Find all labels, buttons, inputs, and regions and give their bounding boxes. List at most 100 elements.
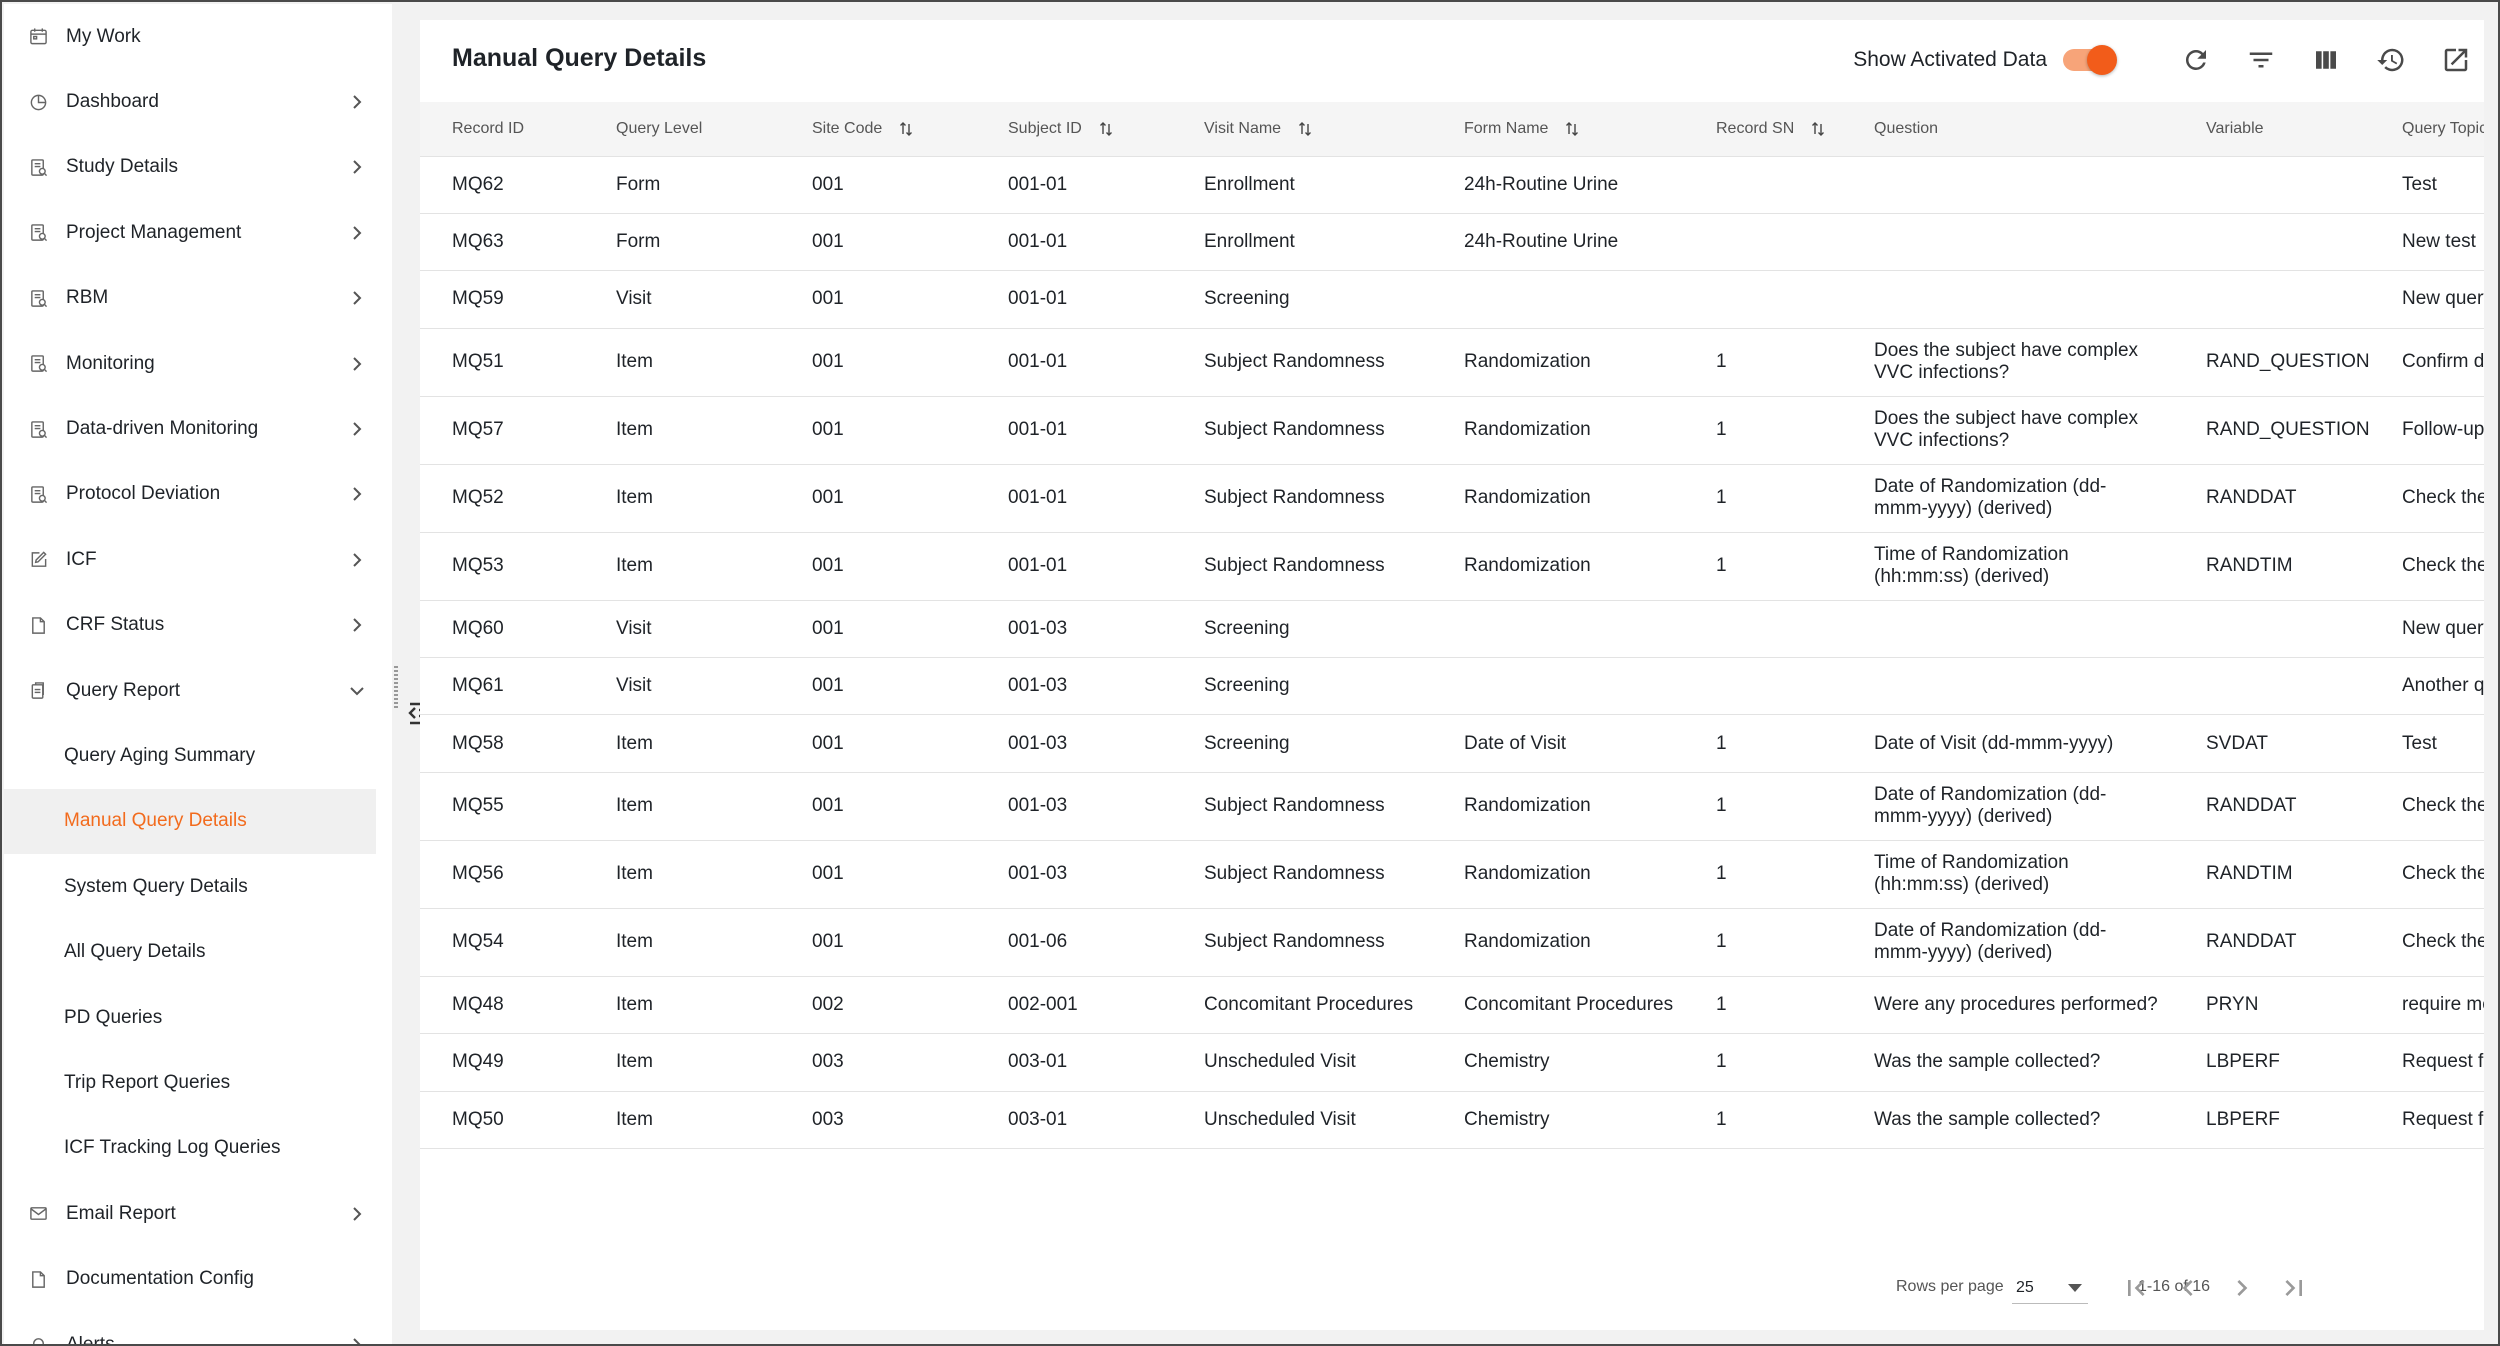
first-page-icon[interactable] (2120, 1272, 2152, 1304)
column-header-label: Variable (2206, 119, 2264, 137)
table-row[interactable]: MQ49 Item 003 003-01 Unscheduled Visit Chemis… (420, 1033, 2484, 1092)
cell-variable: RANDTIM (2174, 532, 2370, 601)
refresh-icon[interactable] (2180, 44, 2212, 76)
cell-site-code: 001 (780, 772, 976, 841)
cell-site-code: 001 (780, 156, 976, 214)
table-row[interactable]: MQ57 Item 001 001-01 Subject Randomness Rando… (420, 396, 2484, 465)
history-icon[interactable] (2375, 44, 2407, 76)
sort-icon[interactable] (1098, 121, 1114, 137)
sidebar-item-rbm[interactable]: RBM (4, 266, 392, 331)
document-icon (28, 419, 48, 439)
cell-record-id: MQ50 (420, 1091, 584, 1150)
sidebar-item-protocol-deviation[interactable]: Protocol Deviation (4, 462, 392, 527)
cell-site-code: 003 (780, 1091, 976, 1150)
cell-record-sn: 1 (1684, 908, 1842, 977)
cell-query-level: Item (584, 908, 780, 977)
cell-visit-name: Subject Randomness (1172, 532, 1432, 601)
sidebar-item-crf-status[interactable]: CRF Status (4, 593, 392, 658)
table-row[interactable]: MQ50 Item 003 003-01 Unscheduled Visit Chemis… (420, 1091, 2484, 1150)
resize-handle[interactable] (394, 666, 398, 708)
column-header-label: Query Topic (2402, 119, 2484, 137)
table-row[interactable]: MQ63 Form 001 001-01 Enrollment 24h-Routine U… (420, 213, 2484, 272)
sidebar-item-documentation-config[interactable]: Documentation Config (4, 1246, 392, 1311)
sidebar-item-my-work[interactable]: My Work (4, 4, 392, 69)
table-row[interactable]: MQ56 Item 001 001-03 Subject Randomness Rando… (420, 840, 2484, 909)
cell-record-id: MQ57 (420, 396, 584, 465)
cell-record-id: MQ62 (420, 156, 584, 214)
filter-icon[interactable] (2245, 44, 2277, 76)
cell-subject-id: 001-01 (976, 396, 1172, 465)
show-activated-toggle[interactable] (2063, 45, 2117, 75)
cell-query-topic: Check the (2370, 772, 2484, 841)
cell-variable (2174, 270, 2370, 329)
columns-icon[interactable] (2310, 44, 2342, 76)
table-row[interactable]: MQ61 Visit 001 001-03 Screening Another q (420, 657, 2484, 716)
cell-query-topic: New query (2370, 270, 2484, 329)
cell-record-id: MQ54 (420, 908, 584, 977)
next-page-icon[interactable] (2226, 1272, 2258, 1304)
query-table: Record ID Query Level Site Code Subject ID V… (420, 102, 2484, 1182)
cell-query-level: Item (584, 1091, 780, 1150)
sidebar-item-study-details[interactable]: Study Details (4, 135, 392, 200)
sidebar-item-project-management[interactable]: Project Management (4, 200, 392, 265)
cell-site-code: 001 (780, 270, 976, 329)
previous-page-icon[interactable] (2172, 1272, 2204, 1304)
column-header-subject-id[interactable]: Subject ID (976, 102, 1172, 157)
sidebar-item-pd-queries[interactable]: PD Queries (4, 985, 392, 1050)
pagination: Rows per page 25 1-16 of 16 (420, 1268, 2484, 1308)
last-page-icon[interactable] (2278, 1272, 2310, 1304)
table-row[interactable]: MQ55 Item 001 001-03 Subject Randomness Rando… (420, 772, 2484, 841)
sidebar-item-system-query-details[interactable]: System Query Details (4, 854, 392, 919)
sort-icon[interactable] (1810, 121, 1826, 137)
rows-per-page-select[interactable]: 25 (2012, 1272, 2088, 1304)
sidebar-item-alerts[interactable]: Alerts (4, 1312, 392, 1344)
document-icon (28, 354, 48, 374)
cell-site-code: 002 (780, 976, 976, 1035)
column-header-site-code[interactable]: Site Code (780, 102, 976, 157)
sidebar-item-email-report[interactable]: Email Report (4, 1181, 392, 1246)
sidebar-item-data-driven-monitoring[interactable]: Data-driven Monitoring (4, 396, 392, 461)
sort-icon[interactable] (898, 121, 914, 137)
table-row[interactable]: MQ53 Item 001 001-01 Subject Randomness Rando… (420, 532, 2484, 601)
sidebar-item-dashboard[interactable]: Dashboard (4, 69, 392, 134)
column-header-record-sn[interactable]: Record SN (1684, 102, 1842, 157)
sidebar-item-manual-query-details[interactable]: Manual Query Details (4, 788, 376, 855)
cell-site-code: 001 (780, 213, 976, 272)
open-external-icon[interactable] (2440, 44, 2472, 76)
table-row[interactable]: MQ62 Form 001 001-01 Enrollment 24h-Routine U… (420, 156, 2484, 214)
table-row[interactable]: MQ48 Item 002 002-001 Concomitant Procedures… (420, 976, 2484, 1035)
cell-record-sn: 1 (1684, 976, 1842, 1035)
sidebar-item-query-aging-summary[interactable]: Query Aging Summary (4, 723, 392, 788)
cell-query-topic: Check the (2370, 908, 2484, 977)
sidebar-item-icf-tracking-log-queries[interactable]: ICF Tracking Log Queries (4, 1116, 392, 1181)
cell-query-topic: Check the (2370, 532, 2484, 601)
table-row[interactable]: MQ54 Item 001 001-06 Subject Randomness Rando… (420, 908, 2484, 977)
table-row[interactable]: MQ51 Item 001 001-01 Subject Randomness Rando… (420, 328, 2484, 397)
table-row[interactable]: MQ52 Item 001 001-01 Subject Randomness Rando… (420, 464, 2484, 533)
table-header-row: Record ID Query Level Site Code Subject ID V… (420, 102, 2484, 157)
sort-icon[interactable] (1564, 121, 1580, 137)
table-row[interactable]: MQ58 Item 001 001-03 Screening Date of Visit 1… (420, 714, 2484, 773)
column-header-visit-name[interactable]: Visit Name (1172, 102, 1432, 157)
sidebar-item-trip-report-queries[interactable]: Trip Report Queries (4, 1050, 392, 1115)
cell-subject-id: 001-01 (976, 156, 1172, 214)
sort-icon[interactable] (1297, 121, 1313, 137)
sidebar-item-monitoring[interactable]: Monitoring (4, 331, 392, 396)
table-row[interactable]: MQ60 Visit 001 001-03 Screening New query (420, 600, 2484, 659)
sidebar-item-query-report[interactable]: Query Report (4, 658, 392, 723)
cell-query-topic: require mo (2370, 976, 2484, 1035)
cell-visit-name: Subject Randomness (1172, 772, 1432, 841)
cell-visit-name: Subject Randomness (1172, 396, 1432, 465)
cell-record-id: MQ52 (420, 464, 584, 533)
sidebar-item-label: Protocol Deviation (66, 483, 221, 505)
column-header-form-name[interactable]: Form Name (1432, 102, 1684, 157)
cell-site-code: 003 (780, 1033, 976, 1092)
page-title: Manual Query Details (452, 44, 707, 72)
cell-record-id: MQ48 (420, 976, 584, 1035)
cell-query-level: Item (584, 396, 780, 465)
cell-visit-name: Subject Randomness (1172, 840, 1432, 909)
cell-record-sn: 1 (1684, 532, 1842, 601)
sidebar-item-all-query-details[interactable]: All Query Details (4, 919, 392, 984)
sidebar-item-icf[interactable]: ICF (4, 527, 392, 592)
table-row[interactable]: MQ59 Visit 001 001-01 Screening New query (420, 270, 2484, 329)
